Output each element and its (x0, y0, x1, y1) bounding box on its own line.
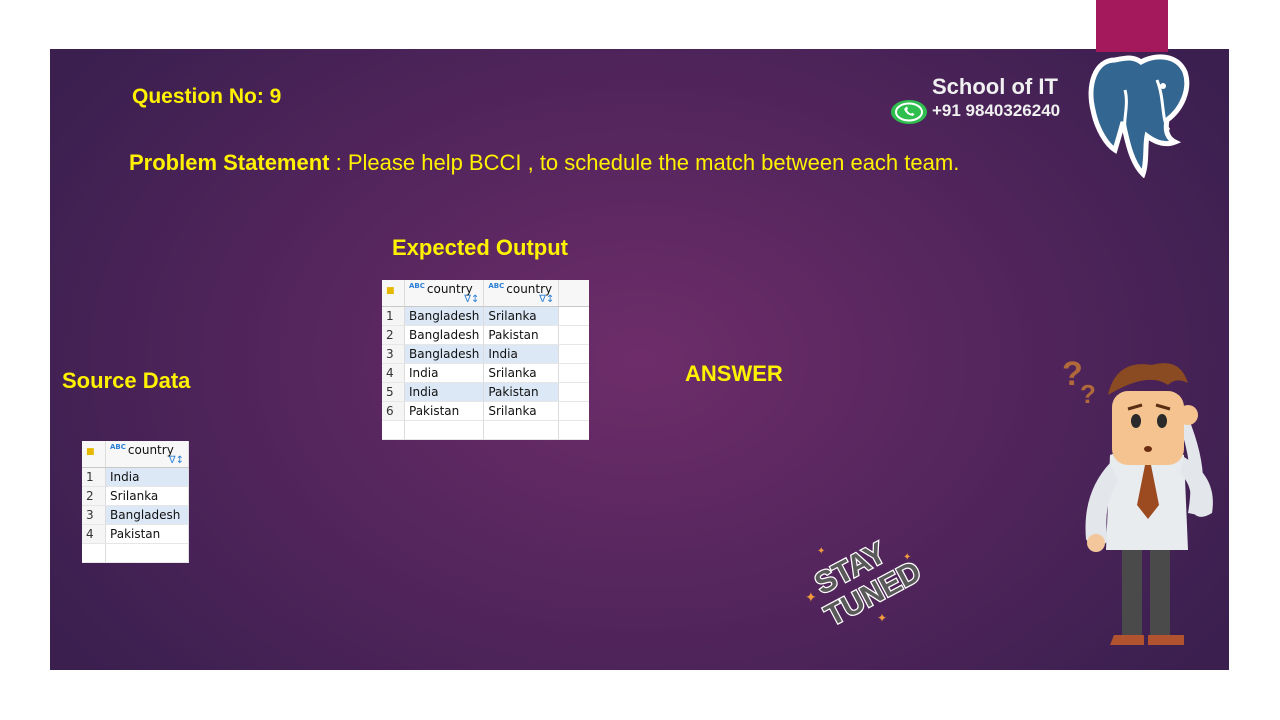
table-header-row: ■ ABC country ∇↕ (82, 441, 189, 468)
school-name: School of IT (932, 74, 1058, 99)
source-data-table: ■ ABC country ∇↕ 1 India 2 Srilanka 3 Banglad… (82, 441, 189, 563)
text-type-icon: ABC (110, 442, 126, 451)
svg-text:✦: ✦ (817, 546, 825, 557)
empty-header (558, 280, 589, 307)
column-header[interactable]: ABC country ∇↕ (404, 280, 485, 307)
problem-statement: Problem Statement : Please help BCCI , t… (129, 150, 959, 176)
problem-text: : Please help BCCI , to schedule the mat… (329, 150, 960, 175)
table-row[interactable]: 1 Bangladesh Srilanka (382, 306, 589, 326)
table-empty-row (382, 420, 589, 440)
phone-number: +91 9840326240 (932, 101, 1061, 120)
table-row[interactable]: 6 Pakistan Srilanka (382, 401, 589, 421)
problem-label: Problem Statement (129, 150, 330, 175)
slide-background (50, 49, 1229, 670)
expected-output-label: Expected Output (392, 235, 569, 260)
svg-text:✦: ✦ (877, 611, 887, 625)
table-header-row: ■ ABC country ∇↕ ABC country ∇↕ (382, 280, 589, 307)
table-row[interactable]: 2 Bangladesh Pakistan (382, 325, 589, 345)
table-row[interactable]: 2 Srilanka (82, 486, 189, 506)
source-data-label: Source Data (62, 368, 191, 393)
postgresql-elephant-icon (1088, 54, 1190, 178)
table-row[interactable]: 1 India (82, 467, 189, 487)
table-row[interactable]: 4 India Srilanka (382, 363, 589, 383)
svg-text:✦: ✦ (805, 589, 817, 605)
text-type-icon: ABC (488, 281, 505, 290)
column-header[interactable]: ABC country ∇↕ (483, 280, 560, 307)
answer-label: ANSWER (685, 361, 783, 386)
column-header[interactable]: ABC country ∇↕ (105, 441, 189, 468)
table-row[interactable]: 4 Pakistan (82, 524, 189, 544)
corner-icon: ■ (86, 447, 95, 457)
row-number-header: ■ (382, 280, 405, 307)
row-number-header: ■ (82, 441, 107, 468)
question-label: Question No: 9 (132, 85, 282, 108)
svg-text:?: ? (1080, 379, 1096, 409)
slide-accent-tab (1096, 0, 1168, 52)
corner-icon: ■ (386, 286, 395, 296)
table-row[interactable]: 3 Bangladesh (82, 505, 189, 525)
stay-tuned-sticker: STAY TUNED ✦ ✦ ✦ ✦ (805, 535, 925, 630)
whatsapp-icon (891, 100, 927, 124)
table-row[interactable]: 3 Bangladesh India (382, 344, 589, 364)
table-row[interactable]: 5 India Pakistan (382, 382, 589, 402)
confused-man-illustration: ? ? (1062, 355, 1213, 645)
table-empty-row (82, 543, 189, 563)
expected-output-table: ■ ABC country ∇↕ ABC country ∇↕ 1 Bangladesh S… (382, 280, 589, 440)
text-type-icon: ABC (409, 281, 425, 290)
svg-text:✦: ✦ (903, 552, 911, 563)
